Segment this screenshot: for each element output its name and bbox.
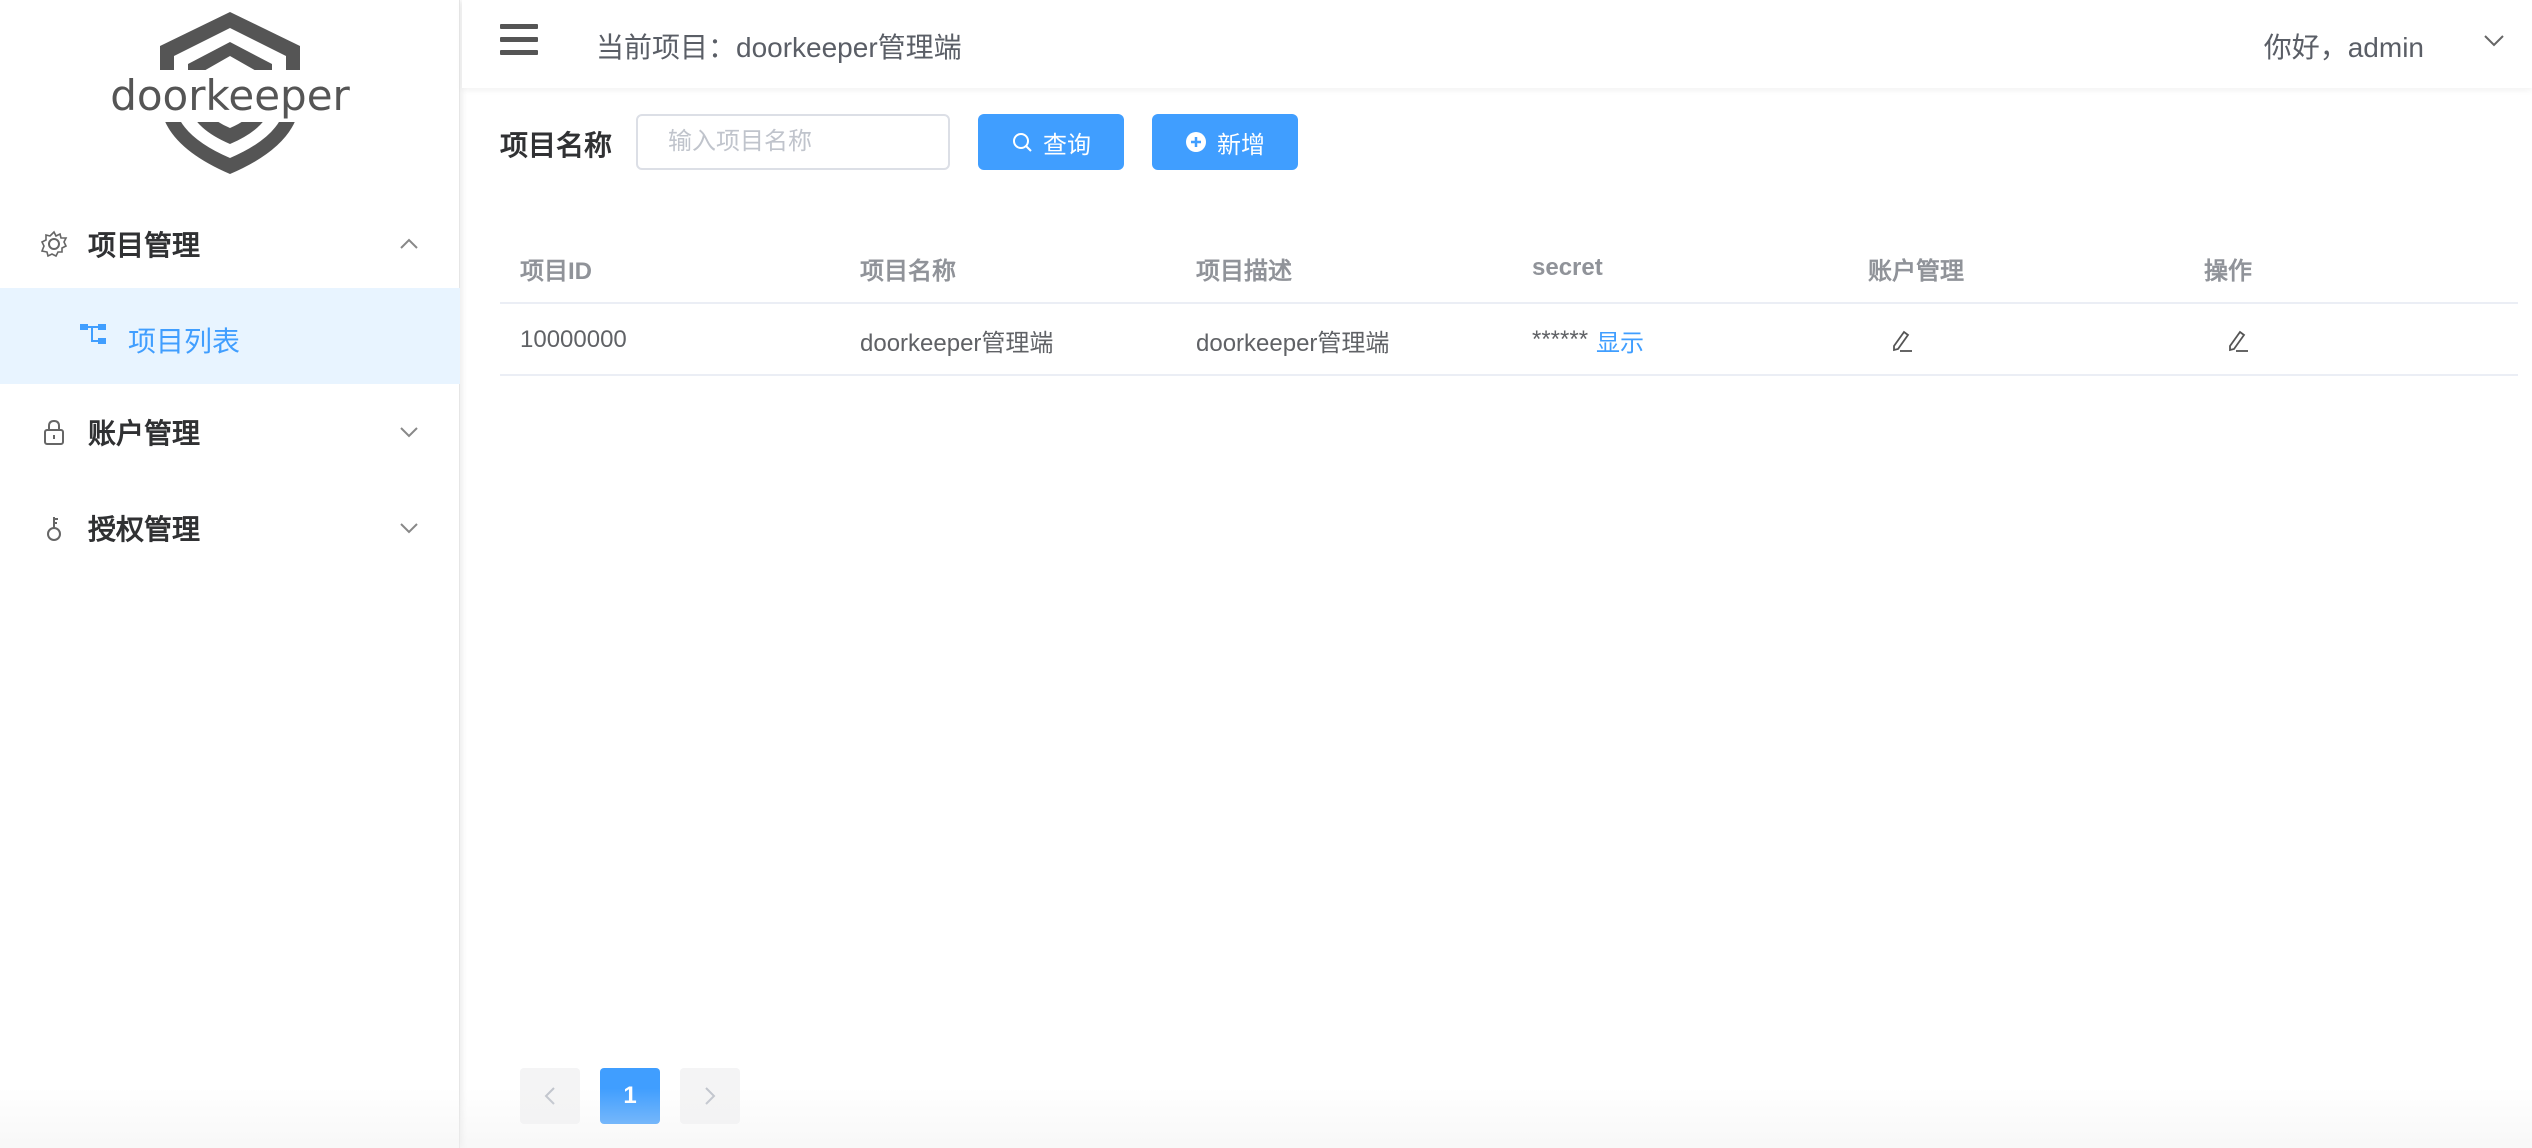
gear-icon (40, 230, 68, 258)
svg-text:doorkeeper: doorkeeper (110, 71, 350, 120)
cell-project-name: doorkeeper管理端 (860, 329, 1054, 357)
project-name-input[interactable] (636, 114, 950, 170)
query-button[interactable]: 查询 (978, 114, 1124, 170)
search-label: 项目名称 (500, 130, 613, 161)
cell-operation (2224, 304, 2252, 376)
cell-account-management (1888, 304, 1916, 376)
sidebar-item-label: 项目列表 (128, 326, 241, 357)
chevron-up-icon (398, 233, 420, 255)
key-icon (40, 514, 68, 542)
project-table: 项目ID 项目名称 项目描述 secret 账户管理 操作 10000000 d… (500, 232, 2518, 376)
column-header: 项目描述 (1196, 257, 1292, 285)
top-header: 当前项目：doorkeeper管理端 你好，admin (462, 0, 2532, 88)
column-header: 账户管理 (1868, 257, 1964, 285)
column-header: 项目ID (520, 257, 592, 285)
lock-icon (40, 418, 68, 446)
column-header: 操作 (2204, 257, 2252, 285)
add-button-label: 新增 (1217, 131, 1265, 159)
column-header: secret (1532, 254, 1603, 281)
edit-icon[interactable] (2224, 326, 2252, 354)
chevron-right-icon (705, 1087, 716, 1105)
sidebar: doorkeeper 项目管理 项目列表 账户管理 授权管理 (0, 0, 460, 1148)
menu-authorization-management[interactable]: 授权管理 (0, 480, 460, 576)
column-header: 项目名称 (860, 257, 956, 285)
menu-label: 账户管理 (88, 418, 201, 449)
add-button[interactable]: 新增 (1152, 114, 1298, 170)
chevron-down-icon (398, 421, 420, 443)
pagination-page-1[interactable]: 1 (600, 1068, 660, 1124)
search-icon (1011, 131, 1033, 153)
plus-circle-icon (1185, 131, 1207, 153)
menu-label: 项目管理 (88, 230, 201, 261)
menu-label: 授权管理 (88, 514, 201, 545)
cell-project-id: 10000000 (520, 326, 627, 353)
menu-project-management[interactable]: 项目管理 (0, 196, 460, 292)
pagination-next-button[interactable] (680, 1068, 740, 1124)
cell-secret: ****** 显示 (1532, 304, 1644, 376)
tree-icon (78, 320, 108, 350)
edit-icon[interactable] (1888, 326, 1916, 354)
current-project-label: 当前项目：doorkeeper管理端 (596, 32, 962, 63)
chevron-left-icon (544, 1087, 555, 1105)
query-button-label: 查询 (1043, 131, 1091, 159)
cell-project-description: doorkeeper管理端 (1196, 329, 1390, 357)
user-greeting[interactable]: 你好，admin (2264, 26, 2424, 66)
secret-masked: ****** (1532, 326, 1589, 353)
chevron-down-icon[interactable] (2482, 28, 2510, 56)
chevron-down-icon (398, 517, 420, 539)
menu-account-management[interactable]: 账户管理 (0, 384, 460, 480)
doorkeeper-logo: doorkeeper (110, 12, 351, 174)
show-secret-link[interactable]: 显示 (1596, 323, 1644, 358)
table-row: 10000000 doorkeeper管理端 doorkeeper管理端 ***… (500, 304, 2518, 376)
pagination-prev-button[interactable] (520, 1068, 580, 1124)
sidebar-item-project-list[interactable]: 项目列表 (0, 288, 460, 384)
hamburger-menu-icon[interactable] (500, 24, 538, 58)
table-header: 项目ID 项目名称 项目描述 secret 账户管理 操作 (500, 232, 2518, 304)
